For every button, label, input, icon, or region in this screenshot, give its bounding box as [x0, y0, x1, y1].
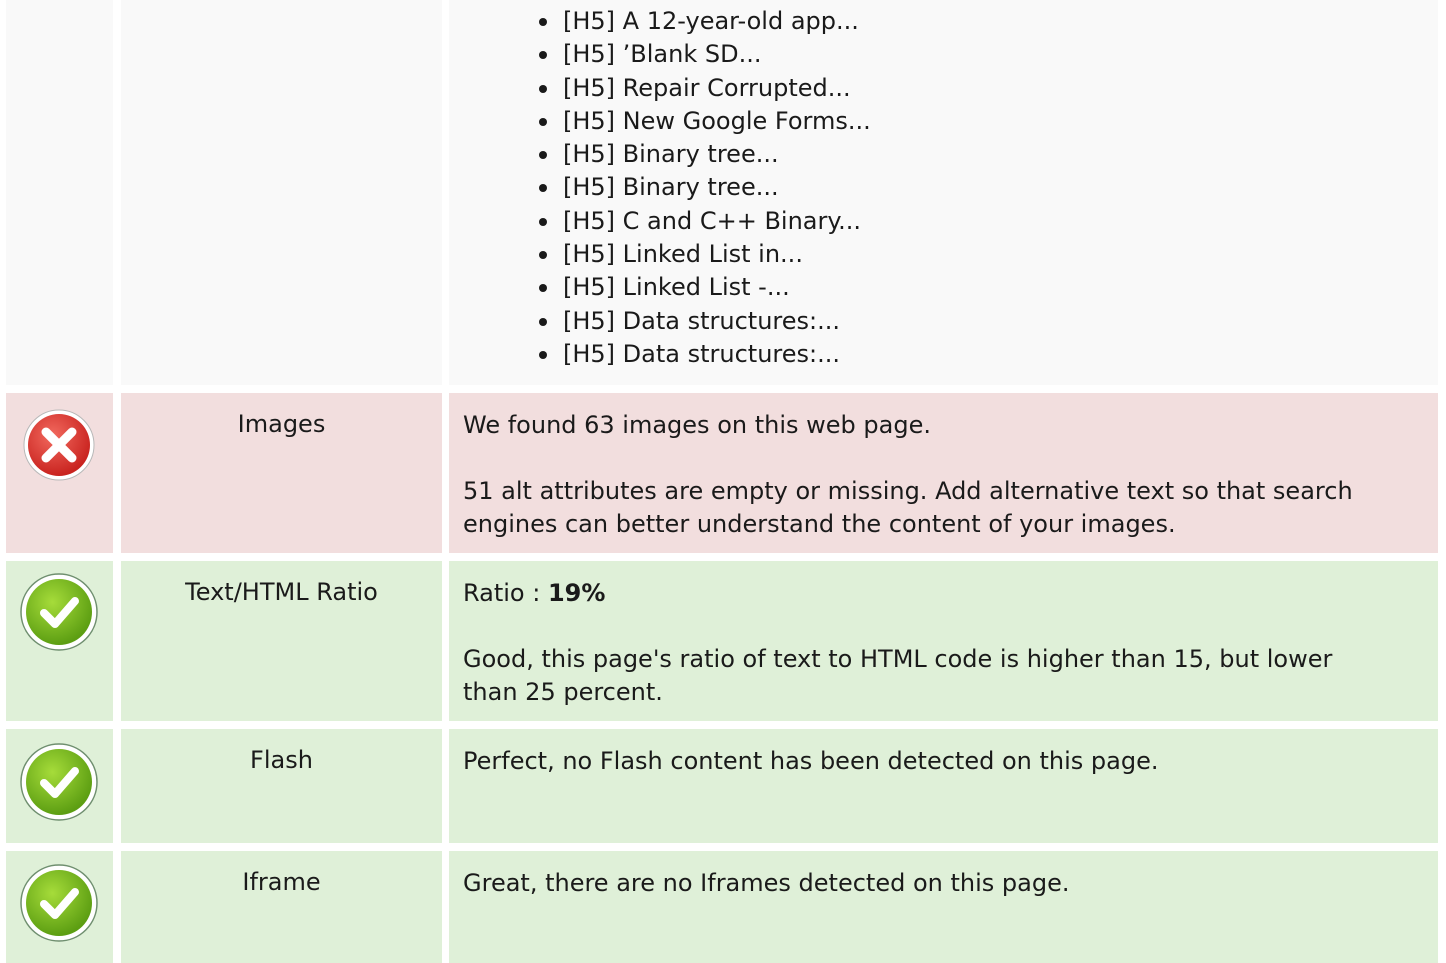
h5-heading-item: [H5] C and C++ Binary... — [537, 205, 871, 238]
headings-label-cell — [121, 0, 442, 385]
headings-content-cell: [H5] A 12-year-old app... [H5] ’Blank SD… — [449, 0, 1438, 385]
ratio-label: Text/HTML Ratio — [185, 578, 378, 606]
ratio-value: 19% — [547, 579, 606, 607]
images-icon-cell — [6, 393, 113, 553]
h5-heading-item: [H5] Binary tree... — [537, 138, 871, 171]
h5-heading-item: [H5] Linked List -... — [537, 271, 871, 304]
ratio-prefix: Ratio : — [463, 579, 548, 607]
h5-heading-item: [H5] ’Blank SD... — [537, 38, 871, 71]
iframe-row: Iframe Great, there are no Iframes detec… — [6, 851, 1438, 963]
h5-heading-list: [H5] A 12-year-old app... [H5] ’Blank SD… — [537, 5, 871, 371]
check-icon — [20, 864, 98, 942]
h5-heading-item: [H5] Data structures:... — [537, 338, 871, 371]
h5-heading-item: [H5] Data structures:... — [537, 305, 871, 338]
iframe-description: Great, there are no Iframes detected on … — [463, 869, 1070, 897]
ratio-icon-cell — [6, 561, 113, 721]
images-content-cell: We found 63 images on this web page. 51 … — [449, 393, 1438, 553]
flash-label: Flash — [250, 746, 313, 774]
flash-row: Flash Perfect, no Flash content has been… — [6, 729, 1438, 843]
h5-heading-item: [H5] Repair Corrupted... — [537, 72, 871, 105]
images-label-cell: Images — [121, 393, 442, 553]
ratio-value-line: Ratio : 19% — [463, 577, 1438, 610]
h5-heading-item: [H5] New Google Forms... — [537, 105, 871, 138]
images-label: Images — [237, 410, 326, 438]
iframe-icon-cell — [6, 851, 113, 963]
iframe-content-cell: Great, there are no Iframes detected on … — [449, 851, 1438, 963]
error-x-icon — [22, 408, 96, 482]
check-icon — [20, 573, 98, 651]
h5-heading-item: [H5] Binary tree... — [537, 171, 871, 204]
ratio-content-cell: Ratio : 19% Good, this page's ratio of t… — [449, 561, 1438, 721]
check-icon — [20, 743, 98, 821]
flash-content-cell: Perfect, no Flash content has been detec… — [449, 729, 1438, 843]
headings-row: [H5] A 12-year-old app... [H5] ’Blank SD… — [6, 0, 1438, 385]
images-count-text: We found 63 images on this web page. — [463, 411, 931, 439]
h5-heading-item: [H5] A 12-year-old app... — [537, 5, 871, 38]
images-alt-text: 51 alt attributes are empty or missing. … — [463, 477, 1353, 538]
headings-icon-cell — [6, 0, 113, 385]
images-row: Images We found 63 images on this web pa… — [6, 393, 1438, 553]
iframe-label-cell: Iframe — [121, 851, 442, 963]
ratio-label-cell: Text/HTML Ratio — [121, 561, 442, 721]
h5-heading-item: [H5] Linked List in... — [537, 238, 871, 271]
text-html-ratio-row: Text/HTML Ratio Ratio : 19% Good, this p… — [6, 561, 1438, 721]
flash-icon-cell — [6, 729, 113, 843]
flash-label-cell: Flash — [121, 729, 442, 843]
ratio-description: Good, this page's ratio of text to HTML … — [463, 645, 1333, 706]
flash-description: Perfect, no Flash content has been detec… — [463, 747, 1159, 775]
iframe-label: Iframe — [242, 868, 321, 896]
